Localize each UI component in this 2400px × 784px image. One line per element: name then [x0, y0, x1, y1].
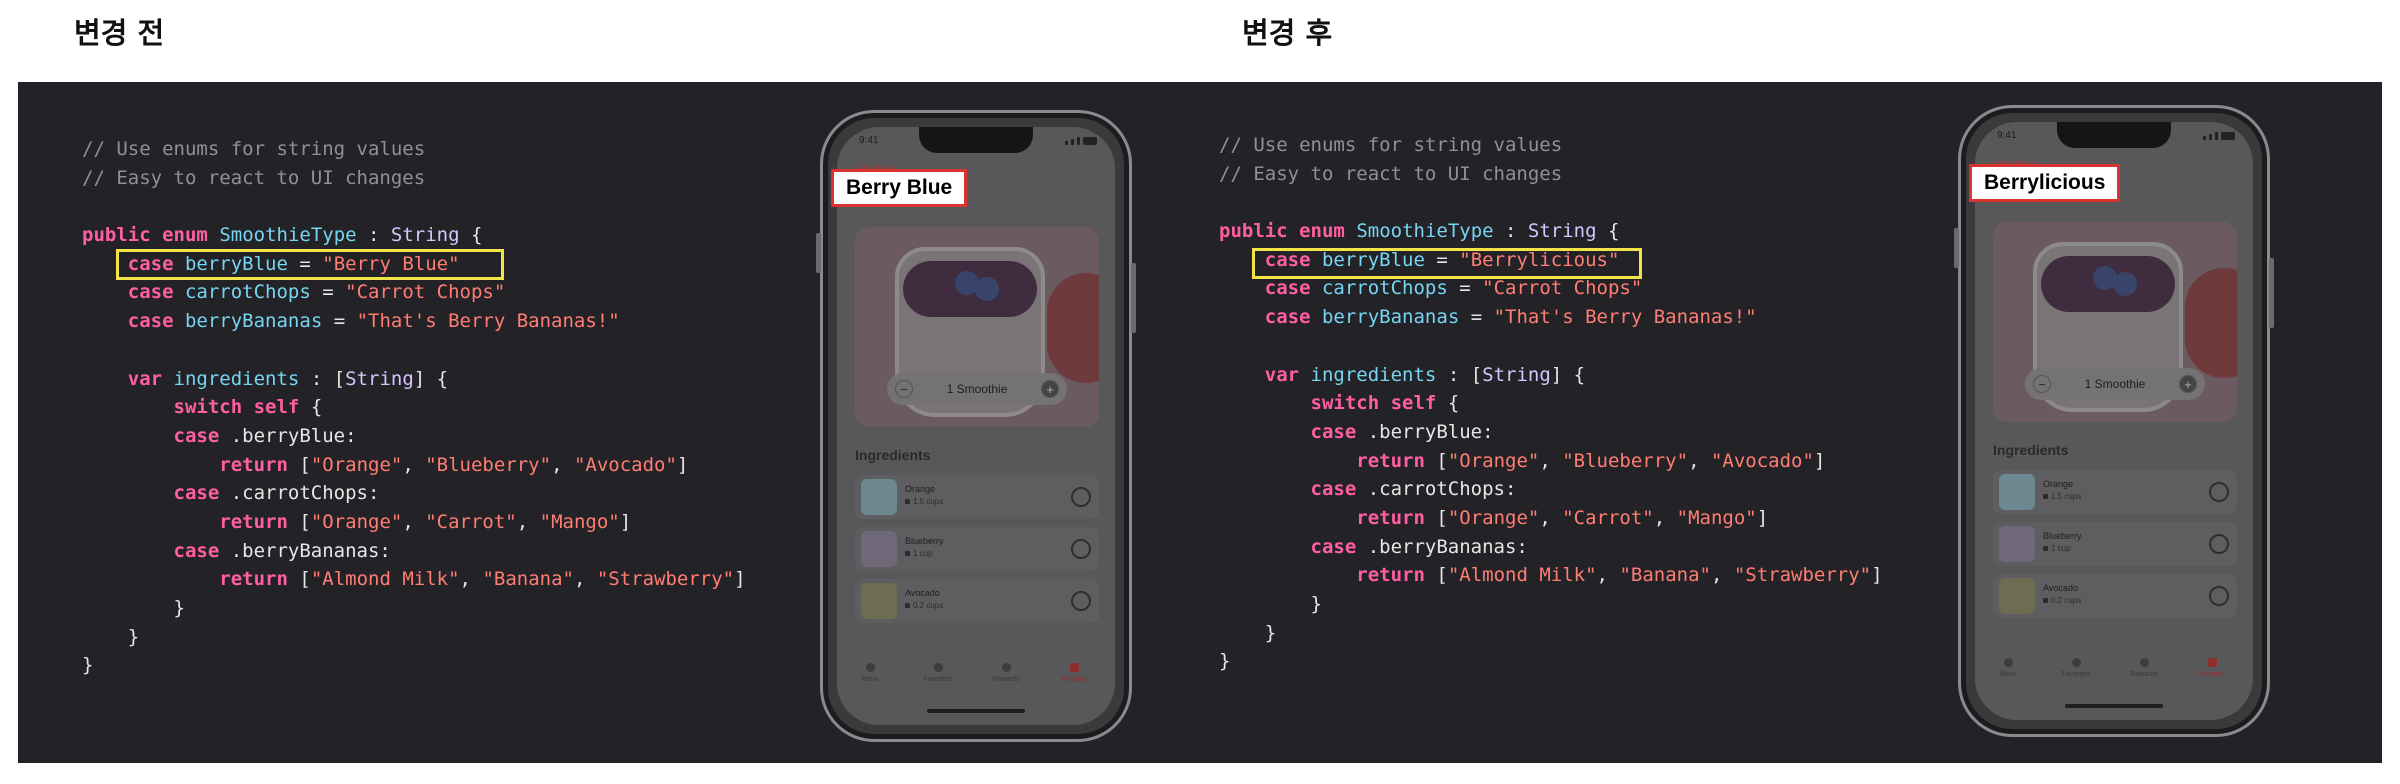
tab-favorites[interactable]: Favorites — [913, 663, 963, 683]
code-comment: // Use enums for string values — [82, 138, 426, 160]
tab-bar: Menu Favorites Rewards Recipes — [1975, 654, 2253, 694]
list-item[interactable]: Orange 1.5 cups — [1993, 470, 2237, 514]
heading-before: 변경 전 — [74, 16, 165, 50]
stepper-label: 1 Smoothie — [946, 382, 1008, 396]
rewards-icon — [2139, 658, 2149, 667]
checkbox-circle[interactable] — [2209, 534, 2229, 554]
volume-button — [816, 233, 821, 273]
list-item[interactable]: Avocado 0.2 cups — [1993, 574, 2237, 618]
tab-recipes[interactable]: Recipes — [1049, 663, 1099, 683]
cup-icon — [2043, 494, 2048, 499]
phone-mockup-before: 9:41 ‹ Recipes − 1 Smoothie + Ingredient… — [816, 110, 1136, 742]
power-button — [1131, 263, 1136, 333]
smoothie-photo: − 1 Smoothie + — [1993, 222, 2237, 422]
code-type: SmoothieType — [219, 224, 357, 247]
phone-mockup-after: 9:41 ‹ Recipes − 1 Smoothie + Ingredient… — [1954, 105, 2274, 737]
highlight-box-after — [1252, 248, 1642, 279]
power-button — [2269, 258, 2274, 328]
ingredients-heading: Ingredients — [855, 447, 931, 463]
checkbox-circle[interactable] — [1071, 539, 1091, 559]
rewards-icon — [1001, 663, 1011, 672]
tab-favorites[interactable]: Favorites — [2051, 658, 2101, 678]
list-item[interactable]: Blueberry 1 cup — [855, 527, 1099, 571]
status-bar: 9:41 — [1997, 130, 2235, 146]
heading-after: 변경 후 — [1242, 16, 1333, 50]
status-time: 9:41 — [859, 135, 879, 146]
checkbox-circle[interactable] — [1071, 487, 1091, 507]
code-comment: // Easy to react to UI changes — [82, 166, 426, 189]
blueberry-thumbnail — [861, 531, 897, 567]
tab-rewards[interactable]: Rewards — [2119, 658, 2169, 678]
menu-icon — [865, 663, 875, 672]
home-indicator — [2065, 704, 2163, 708]
code-keyword: enum — [162, 224, 208, 247]
cup-icon — [2043, 598, 2048, 603]
signal-icon — [1063, 137, 1097, 145]
heart-icon — [2071, 658, 2081, 667]
code-keyword: public — [82, 224, 151, 247]
orange-thumbnail — [1999, 474, 2035, 510]
checkbox-circle[interactable] — [2209, 482, 2229, 502]
home-indicator — [927, 709, 1025, 713]
plus-circle-icon[interactable]: + — [1041, 380, 1059, 398]
menu-icon — [2003, 658, 2013, 667]
book-icon — [2207, 658, 2217, 667]
quantity-stepper: − 1 Smoothie + — [887, 373, 1067, 405]
signal-icon — [2201, 132, 2235, 140]
phone-screen: 9:41 ‹ Recipes − 1 Smoothie + Ingredient… — [837, 127, 1115, 725]
code-type: String — [390, 224, 460, 247]
cup-icon — [905, 603, 910, 608]
cup-icon — [905, 551, 910, 556]
list-item[interactable]: Orange 1.5 cups — [855, 475, 1099, 519]
avocado-thumbnail — [1999, 578, 2035, 614]
avocado-thumbnail — [861, 583, 897, 619]
code-block-before: // Use enums for string values // Easy t… — [82, 138, 746, 677]
list-item[interactable]: Blueberry 1 cup — [1993, 522, 2237, 566]
phone-screen: 9:41 ‹ Recipes − 1 Smoothie + Ingredient… — [1975, 122, 2253, 720]
screen-title-label: Berry Blue — [831, 169, 968, 207]
checkbox-circle[interactable] — [1071, 591, 1091, 611]
tab-menu[interactable]: Menu — [1983, 658, 2033, 678]
heart-icon — [933, 663, 943, 672]
status-time: 9:41 — [1997, 130, 2017, 141]
code-block-after: // Use enums for string values // Easy t… — [1219, 134, 1883, 673]
quantity-stepper: − 1 Smoothie + — [2025, 368, 2205, 400]
screen-title-label: Berrylicious — [1969, 164, 2121, 202]
tab-recipes[interactable]: Recipes — [2187, 658, 2237, 678]
checkbox-circle[interactable] — [2209, 586, 2229, 606]
tab-rewards[interactable]: Rewards — [981, 663, 1031, 683]
book-icon — [1069, 663, 1079, 672]
cup-icon — [905, 499, 910, 504]
status-bar: 9:41 — [859, 135, 1097, 151]
tab-menu[interactable]: Menu — [845, 663, 895, 683]
smoothie-photo: − 1 Smoothie + — [855, 227, 1099, 427]
orange-thumbnail — [861, 479, 897, 515]
tab-bar: Menu Favorites Rewards Recipes — [837, 659, 1115, 699]
list-item[interactable]: Avocado 0.2 cups — [855, 579, 1099, 623]
plus-circle-icon[interactable]: + — [2179, 375, 2197, 393]
cup-icon — [2043, 546, 2048, 551]
stepper-label: 1 Smoothie — [2084, 377, 2146, 391]
highlight-box-before — [116, 249, 504, 280]
ingredients-heading: Ingredients — [1993, 442, 2069, 458]
volume-button — [1954, 228, 1959, 268]
blueberry-thumbnail — [1999, 526, 2035, 562]
